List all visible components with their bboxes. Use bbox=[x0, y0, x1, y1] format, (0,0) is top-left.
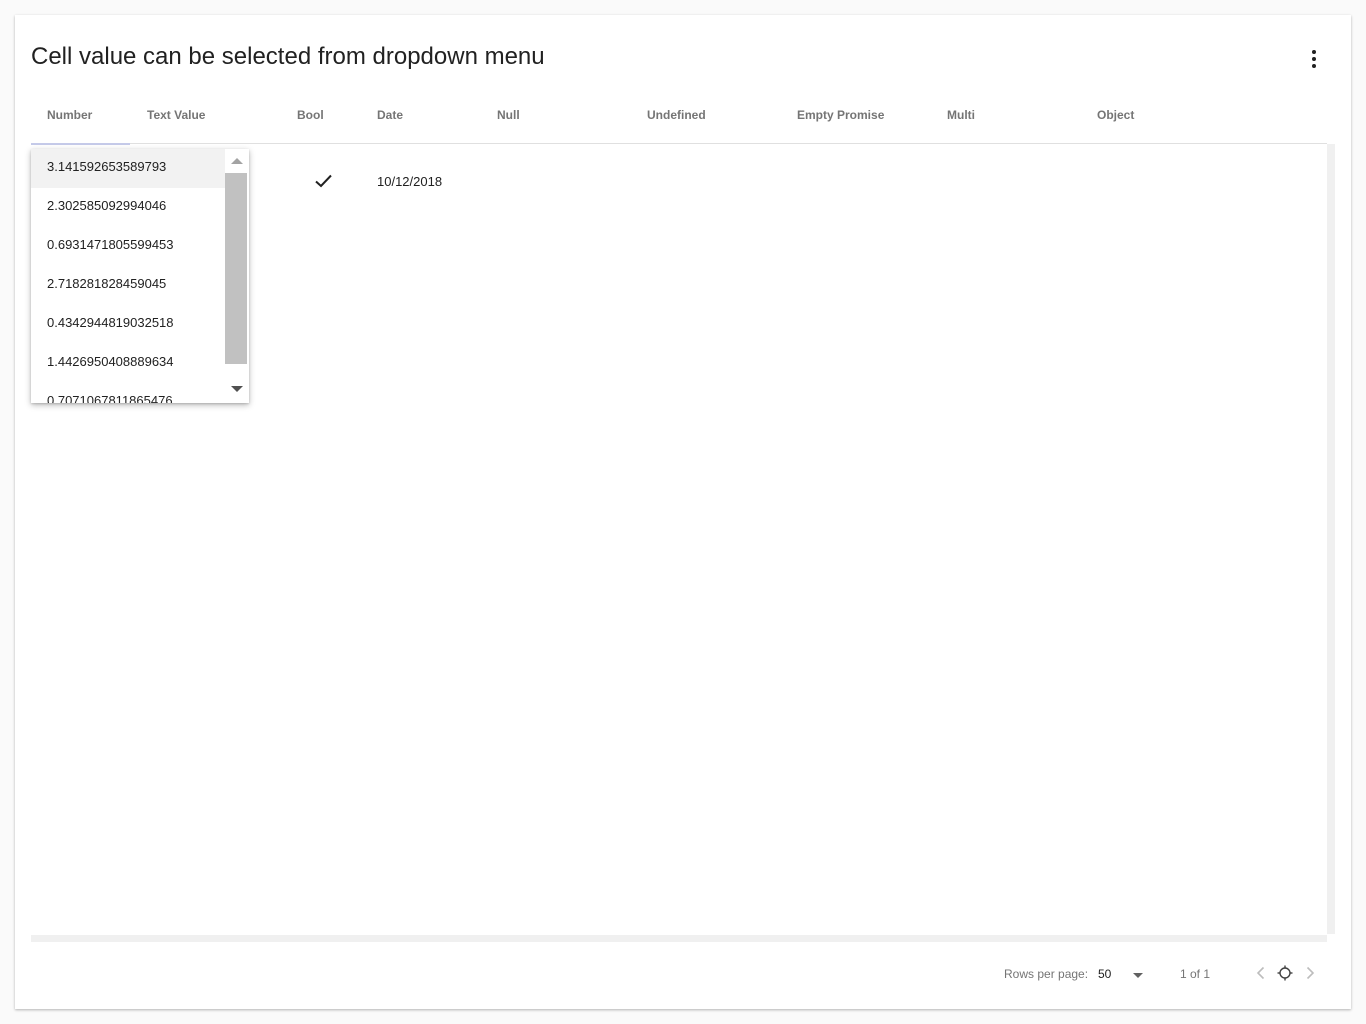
dropdown-option[interactable]: 0.4342944819032518 bbox=[31, 305, 225, 344]
dropdown-option[interactable]: 1.4426950408889634 bbox=[31, 344, 225, 383]
cell-date[interactable]: 10/12/2018 bbox=[377, 174, 442, 189]
data-table-card: Cell value can be selected from dropdown… bbox=[15, 15, 1351, 1009]
more-options-button[interactable] bbox=[1302, 47, 1326, 71]
more-vertical-icon bbox=[1312, 50, 1316, 54]
column-header-undefined[interactable]: Undefined bbox=[647, 108, 706, 122]
dropdown-option[interactable]: 2.302585092994046 bbox=[31, 188, 225, 227]
dropdown-option[interactable]: 2.718281828459045 bbox=[31, 266, 225, 305]
caret-down-icon bbox=[1133, 973, 1143, 978]
table-vertical-scrollbar[interactable] bbox=[1327, 144, 1335, 934]
chevron-right-icon bbox=[1306, 966, 1315, 980]
chevron-left-icon bbox=[1256, 966, 1265, 980]
previous-page-button[interactable] bbox=[1251, 963, 1271, 983]
column-header-multi[interactable]: Multi bbox=[947, 108, 975, 122]
dropdown-option[interactable]: 0.7071067811865476 bbox=[31, 383, 225, 403]
table-header-row: Number Text Value Bool Date Null Undefin… bbox=[31, 91, 1327, 144]
table-pagination-footer: Rows per page: 50 1 of 1 bbox=[15, 957, 1351, 1009]
column-header-number[interactable]: Number bbox=[47, 108, 92, 122]
triangle-up-icon[interactable] bbox=[231, 158, 243, 164]
first-page-button[interactable] bbox=[1275, 963, 1295, 983]
circle-icon bbox=[1277, 965, 1293, 981]
number-value-dropdown[interactable]: 3.141592653589793 2.302585092994046 0.69… bbox=[31, 149, 249, 403]
page-info: 1 of 1 bbox=[1180, 967, 1211, 981]
next-page-button[interactable] bbox=[1300, 963, 1320, 983]
more-vertical-icon bbox=[1312, 64, 1316, 68]
column-header-date[interactable]: Date bbox=[377, 108, 403, 122]
column-header-empty-promise[interactable]: Empty Promise bbox=[797, 108, 884, 122]
dropdown-scrollbar[interactable] bbox=[225, 149, 249, 403]
rows-per-page-label: Rows per page: bbox=[1004, 967, 1089, 981]
number-cell-editor-underline bbox=[31, 143, 130, 145]
column-header-text-value[interactable]: Text Value bbox=[147, 108, 205, 122]
check-icon bbox=[315, 174, 332, 188]
card-title: Cell value can be selected from dropdown… bbox=[31, 43, 545, 70]
column-header-object[interactable]: Object bbox=[1097, 108, 1134, 122]
more-vertical-icon bbox=[1312, 57, 1316, 61]
column-header-bool[interactable]: Bool bbox=[297, 108, 324, 122]
dropdown-options-list[interactable]: 3.141592653589793 2.302585092994046 0.69… bbox=[31, 149, 225, 403]
table-horizontal-scrollbar[interactable] bbox=[31, 935, 1327, 942]
dropdown-option[interactable]: 3.141592653589793 bbox=[31, 149, 225, 188]
dropdown-scroll-thumb[interactable] bbox=[225, 173, 247, 364]
column-header-null[interactable]: Null bbox=[497, 108, 520, 122]
table-row bbox=[313, 171, 333, 191]
dropdown-option[interactable]: 0.6931471805599453 bbox=[31, 227, 225, 266]
triangle-down-icon[interactable] bbox=[231, 386, 243, 392]
rows-per-page-value: 50 bbox=[1098, 967, 1112, 981]
rows-per-page-select[interactable]: 50 bbox=[1095, 961, 1147, 985]
